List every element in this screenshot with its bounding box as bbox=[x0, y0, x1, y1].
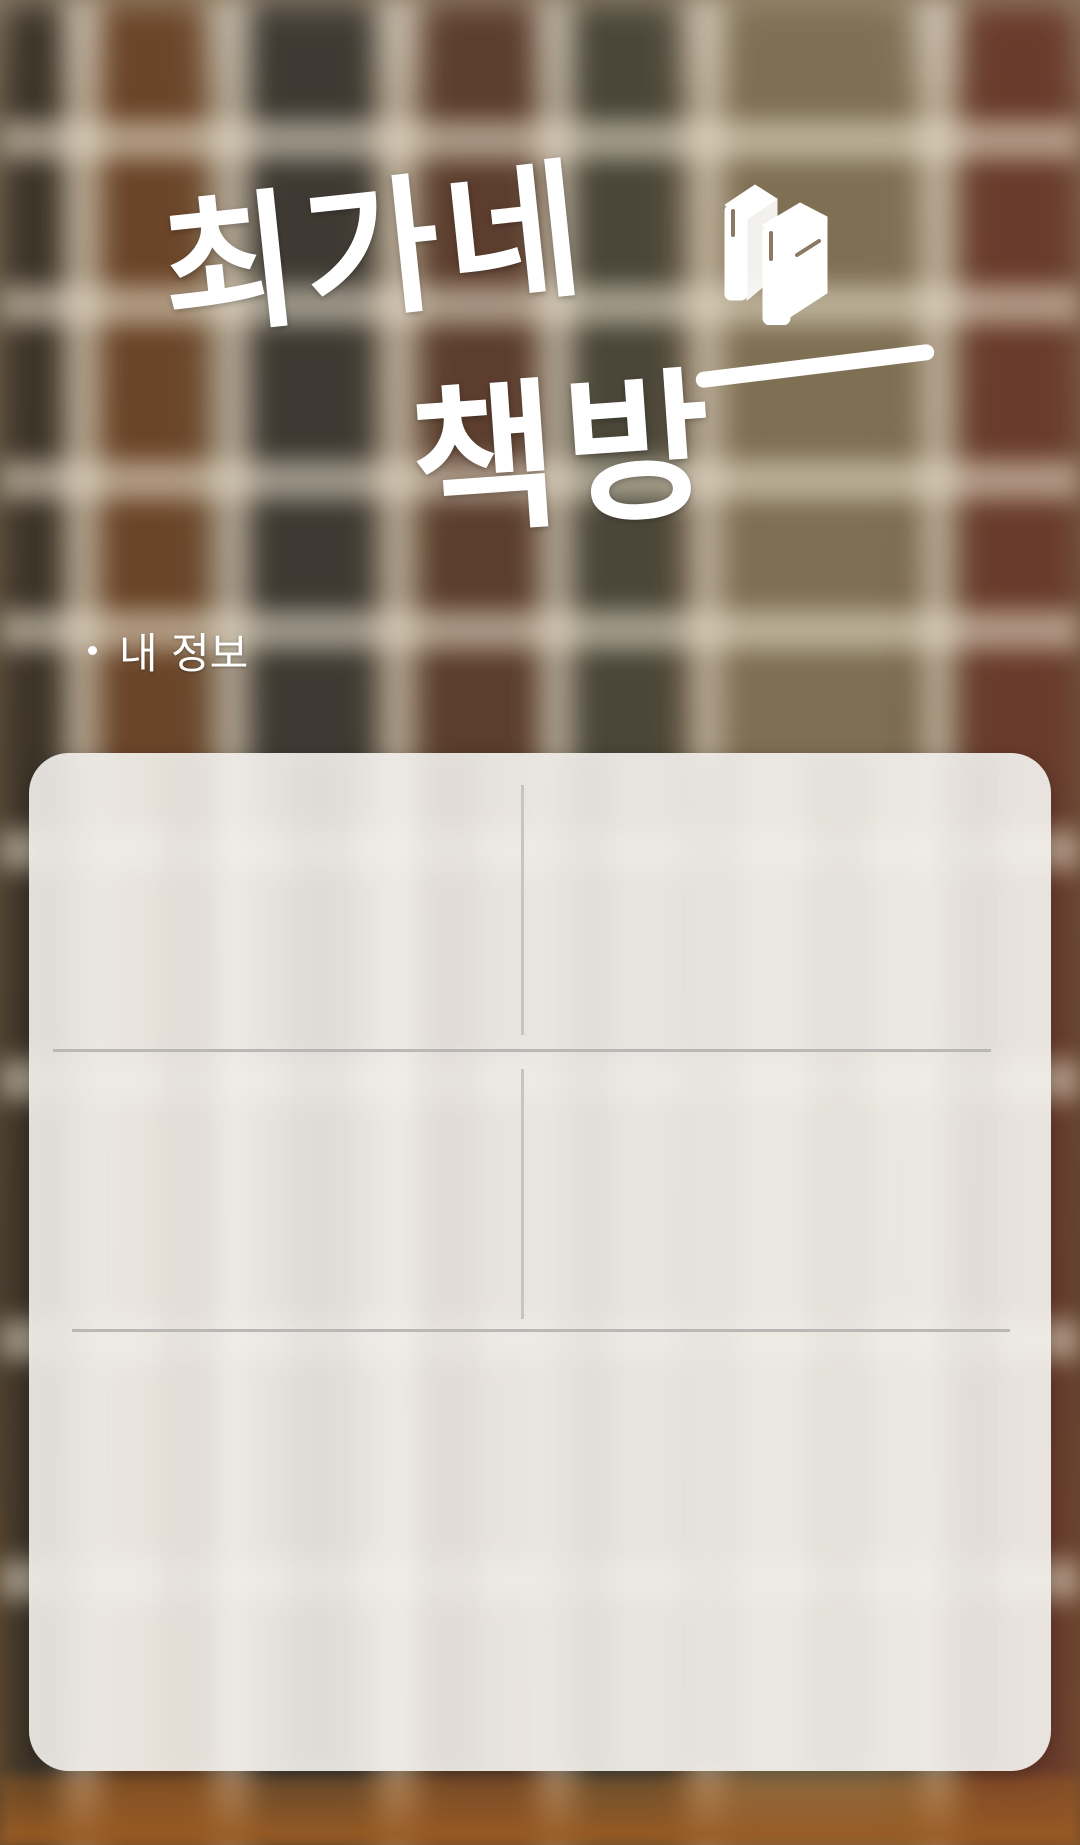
app-title: 최가네 책방 bbox=[140, 110, 940, 570]
title-underline bbox=[694, 343, 936, 389]
section-label-text: 내 정보 bbox=[119, 629, 249, 678]
divider-vertical bbox=[521, 1069, 524, 1319]
info-cell-2[interactable] bbox=[524, 783, 1024, 1033]
info-cell-5[interactable] bbox=[49, 1333, 1029, 1743]
divider-horizontal bbox=[72, 1329, 1010, 1332]
divider-horizontal bbox=[53, 1049, 991, 1052]
books-icon bbox=[724, 184, 828, 325]
title-line-2: 책방 bbox=[404, 350, 724, 559]
section-my-info: 내 정보 bbox=[88, 620, 248, 681]
divider-vertical bbox=[521, 785, 524, 1035]
info-card bbox=[29, 753, 1051, 1771]
info-cell-3[interactable] bbox=[49, 1053, 519, 1313]
app-screen: 최가네 책방 내 정보 bbox=[0, 0, 1080, 1845]
info-cell-4[interactable] bbox=[524, 1053, 1024, 1313]
bullet-icon bbox=[88, 646, 97, 655]
info-cell-1[interactable] bbox=[49, 783, 519, 1033]
